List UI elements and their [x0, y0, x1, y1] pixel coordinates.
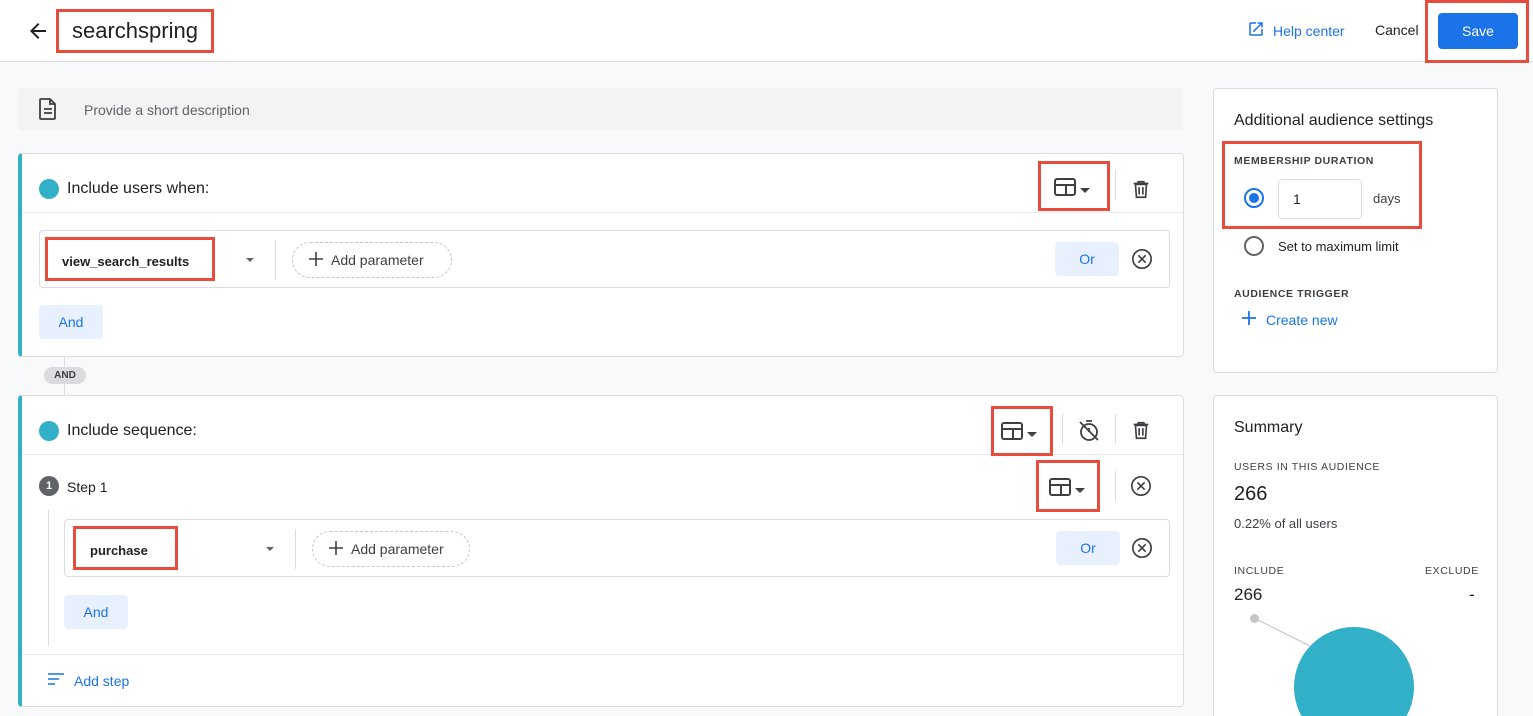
summary-title: Summary — [1234, 419, 1303, 436]
audience-title[interactable]: searchspring — [56, 9, 214, 53]
duration-unit: days — [1373, 191, 1401, 206]
and-button[interactable]: And — [64, 595, 128, 629]
include-label: INCLUDE — [1234, 565, 1285, 577]
chart-leader-line — [1254, 618, 1311, 647]
and-connector-chip: AND — [44, 367, 86, 384]
plus-icon — [309, 251, 323, 269]
add-parameter-button[interactable]: Add parameter — [312, 531, 470, 567]
chevron-down-icon — [1080, 181, 1090, 199]
trash-icon[interactable] — [1130, 419, 1154, 443]
or-button[interactable]: Or — [1055, 242, 1119, 276]
include-users-card: Include users when: view_search_results … — [18, 153, 1184, 357]
remove-circle-icon[interactable] — [1131, 537, 1155, 561]
divider — [1115, 170, 1116, 200]
group-color-dot — [39, 179, 59, 199]
save-button[interactable]: Save — [1438, 13, 1518, 49]
top-bar: searchspring Help center Cancel Save — [0, 0, 1533, 63]
event-name-select[interactable]: view_search_results — [45, 237, 215, 281]
audience-trigger-label: AUDIENCE TRIGGER — [1234, 288, 1350, 300]
save-highlight: Save — [1425, 0, 1529, 63]
add-step-icon — [48, 672, 64, 689]
divider — [1115, 471, 1116, 501]
document-icon — [38, 98, 58, 125]
chevron-down-icon — [1027, 425, 1037, 443]
event-name-select[interactable]: purchase — [73, 526, 178, 570]
divider — [1115, 414, 1116, 444]
plus-icon — [329, 540, 343, 558]
exclude-value: - — [1469, 585, 1475, 604]
include-sequence-title: Include sequence: — [67, 422, 197, 439]
divider — [22, 654, 1183, 655]
create-trigger-button[interactable]: Create new — [1242, 311, 1338, 328]
description-field[interactable]: Provide a short description — [18, 88, 1183, 130]
view-type-dropdown[interactable] — [1054, 178, 1090, 201]
card-header: Include users when: — [22, 154, 1183, 213]
add-parameter-label: Add parameter — [331, 252, 424, 268]
include-sequence-card: Include sequence: 1 Step 1 purchase Add … — [18, 395, 1184, 707]
add-parameter-button[interactable]: Add parameter — [292, 242, 452, 278]
back-arrow-icon[interactable] — [26, 19, 50, 43]
step-condition-row: purchase Add parameter Or — [64, 519, 1170, 577]
timer-off-icon[interactable] — [1077, 419, 1101, 443]
help-center-link[interactable]: Help center — [1247, 20, 1345, 41]
view-type-icon — [1054, 178, 1076, 201]
users-share: 0.22% of all users — [1234, 516, 1338, 531]
users-count: 266 — [1234, 483, 1268, 505]
summary-panel: Summary USERS IN THIS AUDIENCE 266 0.22%… — [1213, 395, 1498, 716]
add-parameter-label: Add parameter — [351, 541, 444, 557]
step-number-badge: 1 — [39, 476, 59, 496]
step-line — [48, 510, 49, 646]
settings-title: Additional audience settings — [1234, 112, 1434, 129]
divider — [1062, 414, 1063, 444]
and-button[interactable]: And — [39, 305, 103, 339]
view-type-icon — [1001, 422, 1023, 445]
view-type-dropdown[interactable] — [1001, 422, 1037, 445]
duration-input[interactable]: 1 — [1278, 179, 1362, 219]
help-center-label: Help center — [1273, 22, 1345, 39]
create-new-label: Create new — [1266, 311, 1338, 328]
condition-row: view_search_results Add parameter Or — [39, 230, 1170, 288]
divider — [275, 240, 276, 280]
step-view-type-dropdown[interactable] — [1049, 478, 1085, 501]
add-step-button[interactable]: Add step — [48, 672, 129, 689]
add-step-label: Add step — [74, 672, 130, 689]
external-link-icon — [1247, 20, 1265, 41]
duration-radio[interactable] — [1244, 188, 1264, 208]
divider — [295, 529, 296, 569]
step-label: Step 1 — [67, 479, 108, 495]
audience-settings-panel: Additional audience settings MEMBERSHIP … — [1213, 88, 1498, 373]
trash-icon[interactable] — [1130, 178, 1154, 202]
remove-step-icon[interactable] — [1130, 475, 1154, 499]
include-value: 266 — [1234, 585, 1263, 604]
exclude-label: EXCLUDE — [1425, 565, 1479, 577]
event-caret-icon[interactable] — [246, 258, 254, 262]
chevron-down-icon — [1075, 481, 1085, 499]
card-header: Include sequence: — [22, 396, 1183, 456]
description-placeholder: Provide a short description — [84, 102, 250, 118]
event-caret-icon[interactable] — [266, 547, 274, 551]
plus-icon — [1242, 311, 1256, 328]
max-limit-radio[interactable] — [1244, 236, 1264, 256]
users-in-audience-label: USERS IN THIS AUDIENCE — [1234, 461, 1381, 473]
include-users-title: Include users when: — [67, 180, 210, 197]
membership-duration-label: MEMBERSHIP DURATION — [1234, 155, 1374, 167]
group-color-dot — [39, 421, 59, 441]
or-button[interactable]: Or — [1056, 531, 1120, 565]
max-limit-label: Set to maximum limit — [1278, 239, 1399, 254]
cancel-button[interactable]: Cancel — [1375, 22, 1419, 38]
remove-circle-icon[interactable] — [1131, 248, 1155, 272]
view-type-icon — [1049, 478, 1071, 501]
